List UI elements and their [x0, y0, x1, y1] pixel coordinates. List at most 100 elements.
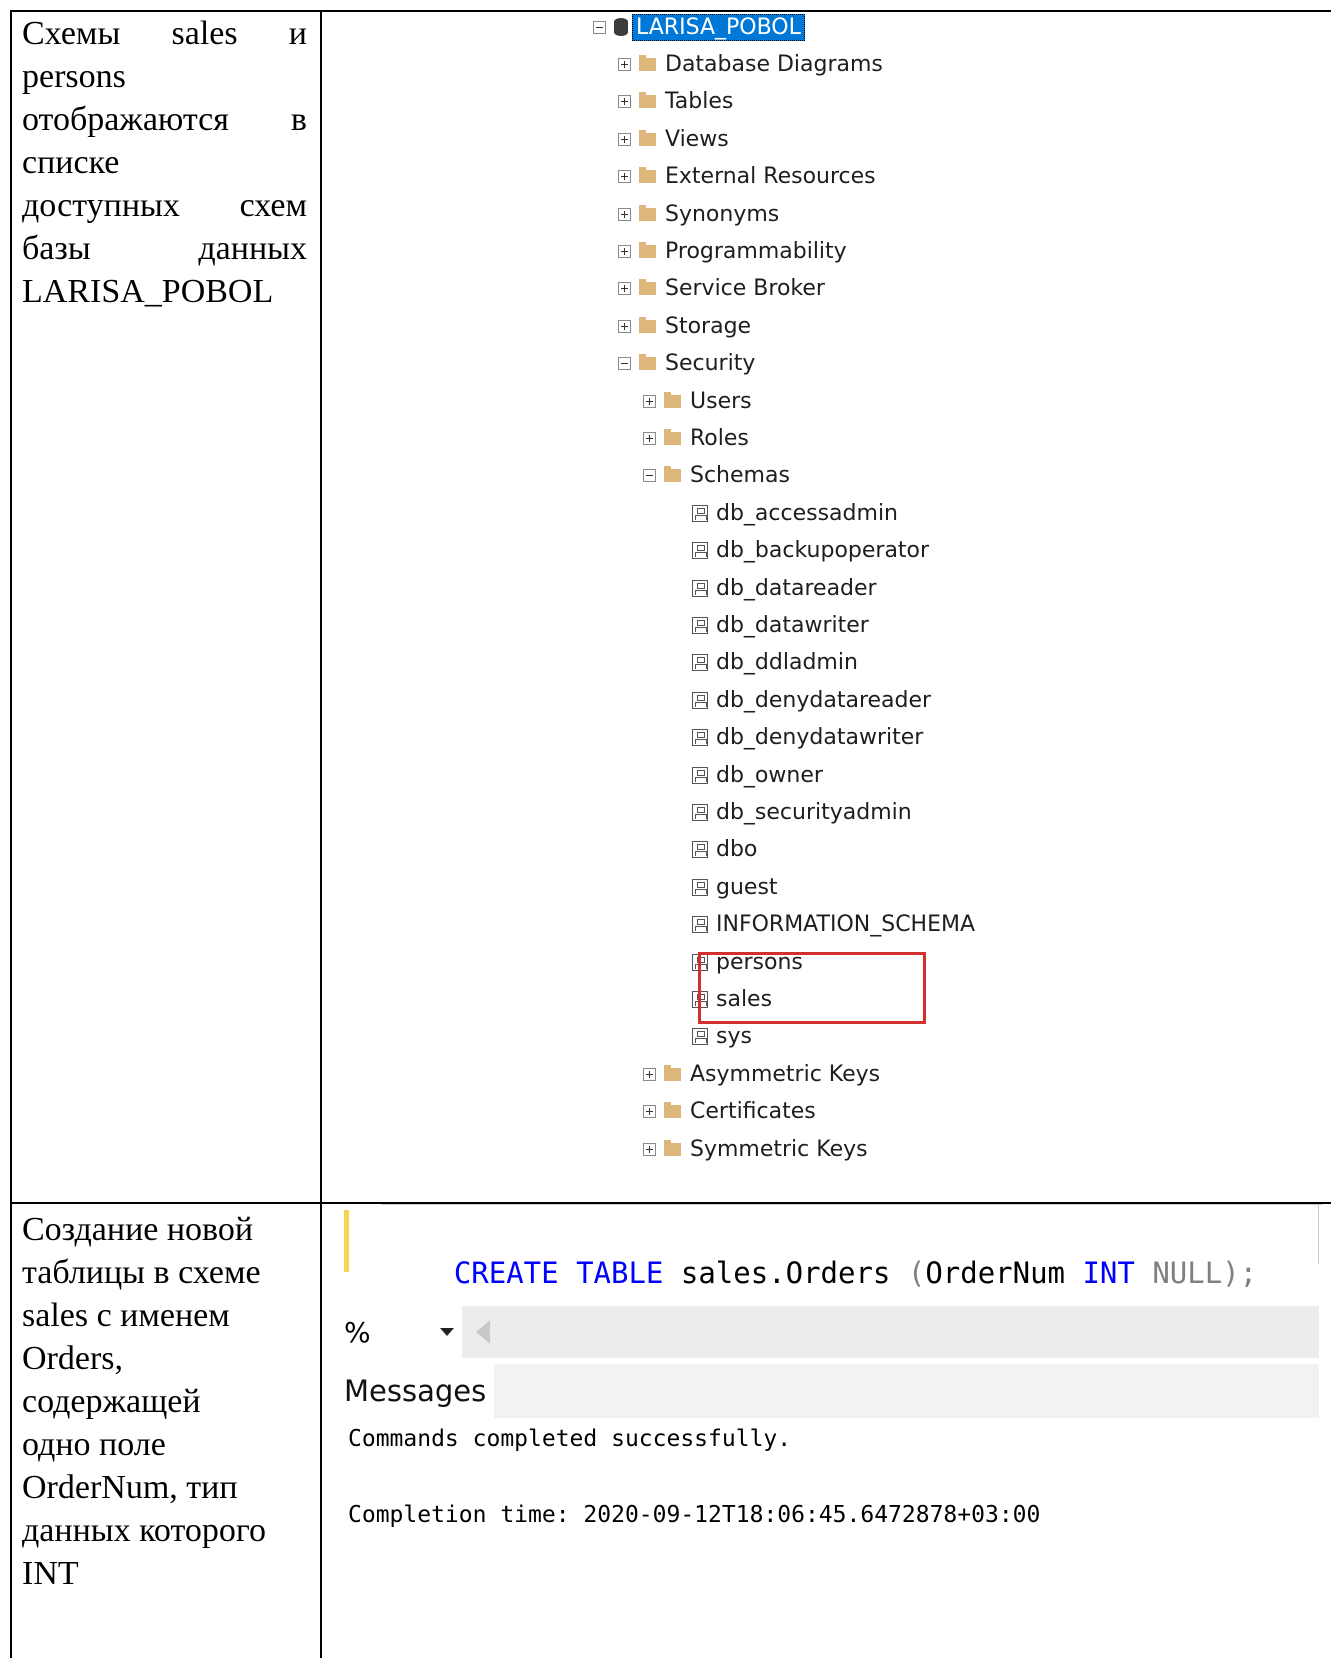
- schema-item[interactable]: INFORMATION_SCHEMA: [692, 910, 975, 940]
- expand-icon[interactable]: [643, 1067, 656, 1081]
- tree-folder-item[interactable]: Tables: [618, 87, 733, 117]
- folder-icon: [639, 167, 656, 184]
- column-name: OrderNum: [925, 1256, 1065, 1290]
- expand-icon[interactable]: [643, 1142, 656, 1156]
- schema-icon: [692, 616, 708, 634]
- expand-icon[interactable]: [618, 57, 631, 71]
- tree-folder-item[interactable]: Roles: [643, 423, 749, 453]
- tree-node-label: db_denydatareader: [716, 687, 932, 713]
- zoom-select[interactable]: %: [344, 1306, 462, 1358]
- expand-icon[interactable]: [643, 431, 656, 445]
- schema-icon: [692, 878, 708, 896]
- table-left-border: [10, 10, 12, 1658]
- tree-folder-item[interactable]: Certificates: [643, 1097, 816, 1127]
- collapse-icon[interactable]: [593, 20, 606, 34]
- paren-close: );: [1222, 1256, 1258, 1290]
- tree-node-label: db_securityadmin: [716, 799, 912, 825]
- tree-folder-item[interactable]: External Resources: [618, 162, 876, 192]
- row1-line: LARISA_POBOL: [22, 273, 274, 310]
- schema-item[interactable]: sys: [692, 1022, 752, 1052]
- tree-node-label: Roles: [690, 425, 749, 451]
- schema-item[interactable]: db_accessadmin: [692, 498, 898, 528]
- folder-icon: [639, 354, 656, 371]
- schema-item[interactable]: db_ddladmin: [692, 648, 858, 678]
- folder-icon: [639, 316, 656, 333]
- tree-node-label: sys: [716, 1024, 752, 1050]
- tree-folder-item[interactable]: Symmetric Keys: [643, 1134, 868, 1164]
- tree-node-label: Views: [665, 126, 729, 152]
- expand-icon[interactable]: [618, 95, 631, 109]
- folder-icon: [639, 241, 656, 258]
- schema-item[interactable]: db_datareader: [692, 573, 877, 603]
- tree-root-database[interactable]: LARISA_POBOL: [593, 12, 805, 42]
- expand-icon[interactable]: [643, 1105, 656, 1119]
- tree-folder-item[interactable]: Database Diagrams: [618, 49, 883, 79]
- schema-item[interactable]: db_denydatawriter: [692, 723, 923, 753]
- row1-line: отображаются в: [22, 101, 307, 138]
- schema-item[interactable]: dbo: [692, 835, 757, 865]
- tree-folder-item[interactable]: Storage: [618, 311, 751, 341]
- collapse-icon[interactable]: [643, 469, 656, 483]
- expand-icon[interactable]: [643, 394, 656, 408]
- schema-item[interactable]: db_backupoperator: [692, 536, 929, 566]
- tree-node-label: Service Broker: [665, 276, 825, 302]
- message-line-2: Completion time: 2020-09-12T18:06:45.647…: [348, 1502, 1041, 1528]
- schema-item[interactable]: db_denydatareader: [692, 685, 931, 715]
- row2-line: OrderNum, тип: [22, 1469, 238, 1506]
- editor-top-line: [382, 1204, 1322, 1205]
- tree-folder-item[interactable]: Asymmetric Keys: [643, 1059, 880, 1089]
- schema-item[interactable]: db_owner: [692, 760, 823, 790]
- tree-node-label: INFORMATION_SCHEMA: [716, 912, 976, 938]
- schema-icon: [692, 841, 708, 859]
- nullability: NULL: [1152, 1256, 1223, 1290]
- folder-icon: [639, 129, 656, 146]
- row2-description: Создание новой таблицы в схеме sales с и…: [22, 1208, 307, 1595]
- scroll-left-icon[interactable]: [476, 1320, 490, 1344]
- row1-description: Схемы sales и persons отображаются в спи…: [22, 12, 307, 313]
- expand-icon[interactable]: [618, 132, 631, 146]
- tree-folder-item[interactable]: Service Broker: [618, 274, 825, 304]
- tab-messages[interactable]: Messages: [344, 1364, 494, 1418]
- chevron-down-icon: [440, 1328, 454, 1336]
- tree-folder-item[interactable]: Programmability: [618, 236, 847, 266]
- expand-icon[interactable]: [618, 244, 631, 258]
- folder-icon: [664, 391, 681, 408]
- tree-node-label: Users: [690, 388, 752, 414]
- row1-line: доступных схем: [22, 187, 307, 224]
- zoom-value: %: [344, 1316, 371, 1349]
- collapse-icon[interactable]: [618, 357, 631, 371]
- folder-icon: [639, 92, 656, 109]
- schema-icon: [692, 766, 708, 784]
- tree-node-label: db_datawriter: [716, 612, 869, 638]
- expand-icon[interactable]: [618, 207, 631, 221]
- tree-folder-item[interactable]: Users: [643, 386, 752, 416]
- tree-node-label: Database Diagrams: [665, 51, 883, 77]
- database-icon: [614, 18, 628, 36]
- table-name: sales.Orders: [680, 1256, 891, 1290]
- row2-line: Создание новой: [22, 1211, 254, 1248]
- schema-item[interactable]: db_datawriter: [692, 610, 869, 640]
- tree-node-label: Schemas: [690, 463, 790, 489]
- object-explorer-tree: LARISA_POBOL Database Diagrams Tables Views…: [322, 12, 1331, 1202]
- tree-folder-item[interactable]: Schemas: [643, 461, 790, 491]
- tree-node-label: db_denydatawriter: [716, 725, 924, 751]
- expand-icon[interactable]: [618, 282, 631, 296]
- tree-folder-item[interactable]: Views: [618, 124, 729, 154]
- schema-item[interactable]: guest: [692, 872, 778, 902]
- folder-icon: [639, 279, 656, 296]
- paren-open: (: [907, 1256, 926, 1290]
- expand-icon[interactable]: [618, 170, 631, 184]
- tree-node-label: dbo: [716, 837, 758, 863]
- schema-item[interactable]: db_securityadmin: [692, 797, 912, 827]
- tree-folder-item[interactable]: Synonyms: [618, 199, 779, 229]
- row2-line: INT: [22, 1555, 79, 1592]
- folder-icon: [664, 1139, 681, 1156]
- expand-icon[interactable]: [618, 319, 631, 333]
- highlight-box: [698, 952, 926, 1024]
- folder-icon: [664, 428, 681, 445]
- row2-line: содержащей: [22, 1383, 201, 1420]
- schema-icon: [692, 504, 708, 522]
- schema-icon: [692, 691, 708, 709]
- tree-folder-item[interactable]: Security: [618, 349, 755, 379]
- keyword-create: CREATE: [453, 1256, 559, 1290]
